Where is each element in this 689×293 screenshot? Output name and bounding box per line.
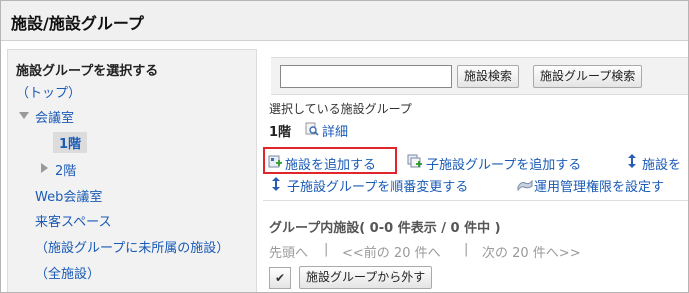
pager-next: 次の 20 件へ>>	[482, 246, 581, 261]
add-facility-link[interactable]: 施設を追加する	[285, 154, 376, 173]
detail-link[interactable]: 詳細	[322, 121, 348, 140]
selected-group-name: 1階	[269, 125, 292, 140]
admin-rights-link[interactable]: 運用管理権限を設定す	[534, 176, 664, 195]
reorder-arrows-icon[interactable]	[271, 176, 281, 192]
sidebar-item-2f[interactable]: 2階	[55, 160, 76, 179]
add-child-group-link[interactable]: 子施設グループを追加する	[426, 154, 581, 173]
pager-separator: |	[464, 242, 469, 257]
select-all-checkbox[interactable]: ✔	[269, 267, 291, 289]
sidebar-item-web-meeting[interactable]: Web会議室	[35, 186, 102, 205]
collapse-arrow-icon[interactable]	[19, 112, 29, 119]
expand-arrow-icon[interactable]	[41, 163, 48, 173]
add-facility-icon[interactable]	[268, 154, 283, 169]
section-divider	[263, 200, 688, 201]
title-bar: 施設/施設グループ	[1, 1, 688, 41]
reorder-facilities-link[interactable]: 施設を	[642, 154, 681, 173]
sidebar-item-all-facilities[interactable]: （全施設）	[35, 263, 100, 282]
facility-list-title: グループ内施設( 0-0 件表示 / 0 件中 )	[269, 221, 501, 236]
selected-group-caption: 選択している施設グループ	[269, 102, 412, 116]
pager-separator: |	[324, 242, 329, 257]
pager-prev: <<前の 20 件へ	[342, 246, 441, 261]
group-search-button[interactable]: 施設グループ検索	[533, 65, 643, 88]
app-window: 施設/施設グループ 施設グループを選択する （トップ） 会議室 1階 2階 We…	[0, 0, 689, 293]
sidebar-item-meeting-room[interactable]: 会議室	[35, 107, 74, 126]
sidebar-item-unassigned[interactable]: （施設グループに未所属の施設）	[35, 237, 229, 256]
sidebar-heading: 施設グループを選択する	[16, 64, 159, 79]
magnifier-icon[interactable]	[305, 122, 319, 136]
search-input[interactable]	[280, 65, 452, 88]
sidebar-item-visitor-space[interactable]: 来客スペース	[35, 211, 111, 230]
main-panel: 施設検索 施設グループ検索 選択している施設グループ 1階 詳細 施設を追加する…	[263, 49, 688, 292]
sidebar: 施設グループを選択する （トップ） 会議室 1階 2階 Web会議室 来客スペー…	[7, 49, 257, 292]
remove-from-group-button[interactable]: 施設グループから外す	[299, 266, 433, 289]
sidebar-item-1f[interactable]: 1階	[53, 132, 88, 153]
sidebar-item-top[interactable]: （トップ）	[16, 82, 81, 101]
pager-first: 先頭へ	[269, 246, 309, 261]
facility-search-button[interactable]: 施設検索	[457, 65, 520, 88]
page-title: 施設/施設グループ	[11, 14, 144, 33]
add-child-group-icon[interactable]	[407, 154, 423, 169]
reorder-child-groups-link[interactable]: 子施設グループを順番変更する	[287, 176, 468, 195]
admin-rights-icon[interactable]	[517, 177, 533, 192]
reorder-arrows-icon[interactable]	[627, 153, 637, 169]
